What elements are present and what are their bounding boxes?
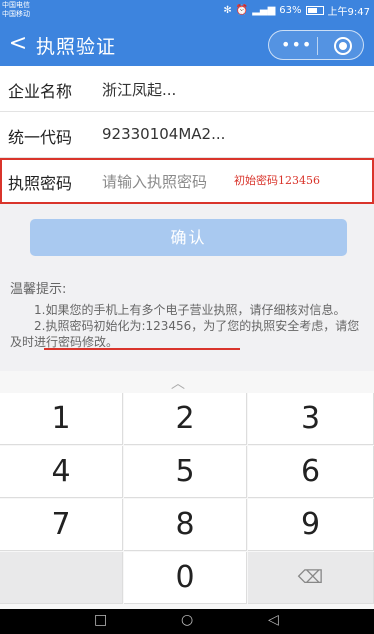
backspace-key-icon[interactable]: ⌫ bbox=[248, 552, 374, 604]
key-9[interactable]: 9 bbox=[248, 499, 374, 551]
key-0[interactable]: 0 bbox=[124, 552, 247, 604]
numeric-keyboard: ︿ 1 2 3 4 5 6 7 8 9 0 ⌫ bbox=[0, 371, 374, 609]
page-title: 执照验证 bbox=[36, 36, 117, 58]
capsule-divider bbox=[317, 37, 318, 55]
carrier-1: 中国电信 bbox=[2, 1, 30, 9]
confirm-button[interactable]: 确认 bbox=[30, 219, 347, 256]
password-row[interactable]: 执照密码 请输入执照密码 初始密码123456 bbox=[0, 158, 374, 204]
tip-line-2: 2.执照密码初始化为:123456，为了您的执照安全考虑，请您及时进行密码修改。 bbox=[10, 319, 360, 349]
status-icons: ✻ ⏰ ▂▄▆ 63% 上午9:47 bbox=[223, 3, 370, 18]
key-7[interactable]: 7 bbox=[0, 499, 123, 551]
tip-line-1: 1.如果您的手机上有多个电子营业执照，请仔细核对信息。 bbox=[34, 303, 346, 317]
alarm-icon: ⏰ bbox=[235, 5, 249, 16]
bluetooth-icon: ✻ bbox=[223, 5, 232, 16]
key-4[interactable]: 4 bbox=[0, 446, 123, 498]
miniprogram-capsule: ••• bbox=[268, 30, 364, 60]
nav-bar: < 执照验证 ••• bbox=[0, 22, 374, 66]
carrier-2: 中国移动 bbox=[2, 10, 30, 18]
license-form: 企业名称 浙江凤起... 统一代码 92330104MA2... 执照密码 请输… bbox=[0, 66, 374, 204]
company-label: 企业名称 bbox=[8, 82, 73, 101]
recent-apps-icon[interactable]: □ bbox=[94, 612, 107, 628]
status-bar: 中国电信 中国移动 ✻ ⏰ ▂▄▆ 63% 上午9:47 bbox=[0, 0, 374, 22]
password-label: 执照密码 bbox=[8, 174, 73, 193]
system-nav-bar: □ ○ ◁ bbox=[0, 609, 374, 634]
carrier-info: 中国电信 中国移动 bbox=[2, 1, 30, 19]
code-row: 统一代码 92330104MA2... bbox=[0, 112, 374, 158]
tips-panel: 温馨提示: 1.如果您的手机上有多个电子营业执照，请仔细核对信息。 2.执照密码… bbox=[10, 282, 366, 350]
password-hint-annotation: 初始密码123456 bbox=[234, 174, 320, 187]
tip-underline-mark bbox=[44, 348, 240, 350]
more-menu-button[interactable]: ••• bbox=[281, 35, 312, 54]
battery-icon bbox=[305, 6, 324, 15]
back-nav-icon[interactable]: ◁ bbox=[268, 612, 279, 628]
company-row: 企业名称 浙江凤起... bbox=[0, 66, 374, 112]
key-blank bbox=[0, 552, 123, 604]
key-1[interactable]: 1 bbox=[0, 393, 123, 445]
signal-icon: ▂▄▆ bbox=[252, 5, 276, 16]
company-value: 浙江凤起... bbox=[102, 81, 177, 99]
code-label: 统一代码 bbox=[8, 128, 73, 147]
key-3[interactable]: 3 bbox=[248, 393, 374, 445]
key-8[interactable]: 8 bbox=[124, 499, 247, 551]
password-input[interactable]: 请输入执照密码 bbox=[102, 171, 207, 192]
key-5[interactable]: 5 bbox=[124, 446, 247, 498]
key-2[interactable]: 2 bbox=[124, 393, 247, 445]
home-icon[interactable]: ○ bbox=[181, 612, 193, 628]
back-button[interactable]: < bbox=[6, 30, 30, 58]
code-value: 92330104MA2... bbox=[102, 125, 226, 143]
keyboard-collapse-icon[interactable]: ︿ bbox=[171, 373, 185, 393]
close-target-icon[interactable] bbox=[334, 37, 352, 55]
clock: 上午9:47 bbox=[327, 7, 370, 18]
battery-percent: 63% bbox=[279, 5, 302, 16]
tips-title: 温馨提示: bbox=[10, 282, 67, 297]
key-6[interactable]: 6 bbox=[248, 446, 374, 498]
